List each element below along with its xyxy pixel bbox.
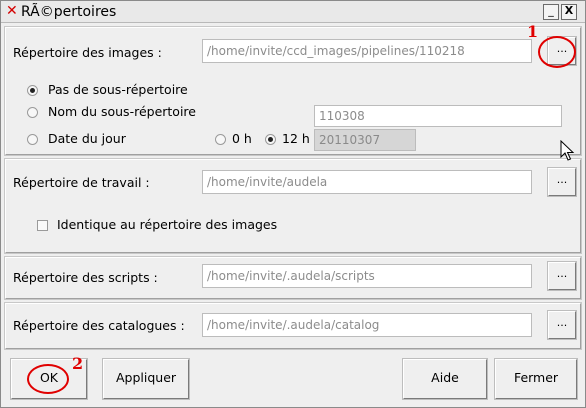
work-directory-section: Répertoire de travail : /home/invite/aud… xyxy=(4,158,582,254)
current-date-label: Date du jour xyxy=(48,131,126,146)
hour-0-radio[interactable] xyxy=(215,134,226,145)
same-as-images-label: Identique au répertoire des images xyxy=(57,217,278,232)
catalogs-directory-section: Répertoire des catalogues : /home/invite… xyxy=(4,302,582,350)
images-directory-section: Répertoire des images : /home/invite/ccd… xyxy=(4,26,582,156)
subdirectory-name-radio[interactable] xyxy=(27,107,38,118)
current-date-radio[interactable] xyxy=(27,134,38,145)
hour-12-label: 12 h xyxy=(282,131,310,146)
catalogs-directory-field[interactable]: /home/invite/.audela/catalog xyxy=(202,313,532,337)
app-close-x-icon: ✕ xyxy=(6,3,18,19)
images-directory-field[interactable]: /home/invite/ccd_images/pipelines/110218 xyxy=(202,39,532,63)
work-directory-label: Répertoire de travail : xyxy=(13,175,150,190)
apply-button[interactable]: Appliquer xyxy=(103,359,189,399)
scripts-directory-section: Répertoire des scripts : /home/invite/.a… xyxy=(4,256,582,300)
subdirectory-name-field[interactable]: 110308 xyxy=(314,105,562,127)
hour-0-label: 0 h xyxy=(232,131,252,146)
annotation-number-1: 1 xyxy=(527,22,539,41)
annotation-number-2: 2 xyxy=(72,354,84,373)
scripts-directory-label: Répertoire des scripts : xyxy=(13,270,158,285)
work-browse-button[interactable]: ... xyxy=(548,168,576,196)
images-directory-label: Répertoire des images : xyxy=(13,45,162,60)
mouse-pointer-icon xyxy=(560,140,575,161)
minimize-button[interactable]: _ xyxy=(543,4,559,20)
hour-12-radio[interactable] xyxy=(265,134,276,145)
same-as-images-checkbox[interactable] xyxy=(37,220,48,231)
no-subdirectory-radio[interactable] xyxy=(27,85,38,96)
catalogs-browse-button[interactable]: ... xyxy=(548,311,576,339)
repertoires-dialog: ✕ RÃ©pertoires _ X Répertoire des images… xyxy=(0,0,586,408)
scripts-browse-button[interactable]: ... xyxy=(548,262,576,290)
annotation-circle-ok xyxy=(27,364,69,394)
scripts-directory-field[interactable]: /home/invite/.audela/scripts xyxy=(202,264,532,288)
date-value-field: 20110307 xyxy=(314,129,416,151)
dialog-button-bar: OK Appliquer Aide Fermer xyxy=(5,353,581,405)
title-bar[interactable]: ✕ RÃ©pertoires _ X xyxy=(1,1,585,23)
close-button[interactable]: Fermer xyxy=(495,359,577,399)
annotation-circle-browse xyxy=(538,36,576,68)
no-subdirectory-label: Pas de sous-répertoire xyxy=(48,82,188,97)
work-directory-field[interactable]: /home/invite/audela xyxy=(202,170,532,194)
window-title: RÃ©pertoires xyxy=(21,4,117,20)
subdirectory-name-label: Nom du sous-répertoire xyxy=(48,104,196,119)
catalogs-directory-label: Répertoire des catalogues : xyxy=(13,318,185,333)
help-button[interactable]: Aide xyxy=(403,359,487,399)
close-window-button[interactable]: X xyxy=(561,4,577,20)
